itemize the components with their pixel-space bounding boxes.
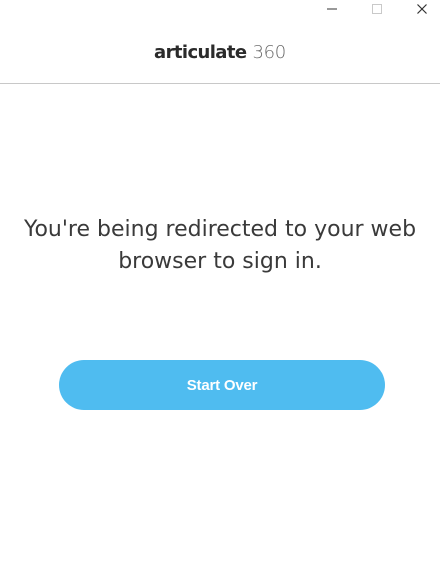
maximize-button[interactable] [355, 0, 399, 22]
logo-number: 360 [252, 42, 286, 63]
title-bar [0, 0, 440, 24]
close-button[interactable] [400, 0, 440, 22]
articulate-360-logo: articulate 360 [154, 42, 286, 63]
minimize-icon [326, 2, 338, 20]
redirect-message: You're being redirected to your web brow… [23, 217, 417, 274]
maximize-icon [371, 2, 383, 20]
logo-wordmark: articulate [154, 42, 247, 63]
app-window: articulate 360 You're being redirected t… [0, 0, 440, 578]
close-icon [416, 2, 428, 20]
start-over-button[interactable]: Start Over [59, 360, 385, 410]
app-header: articulate 360 [0, 24, 440, 84]
minimize-button[interactable] [310, 0, 354, 22]
